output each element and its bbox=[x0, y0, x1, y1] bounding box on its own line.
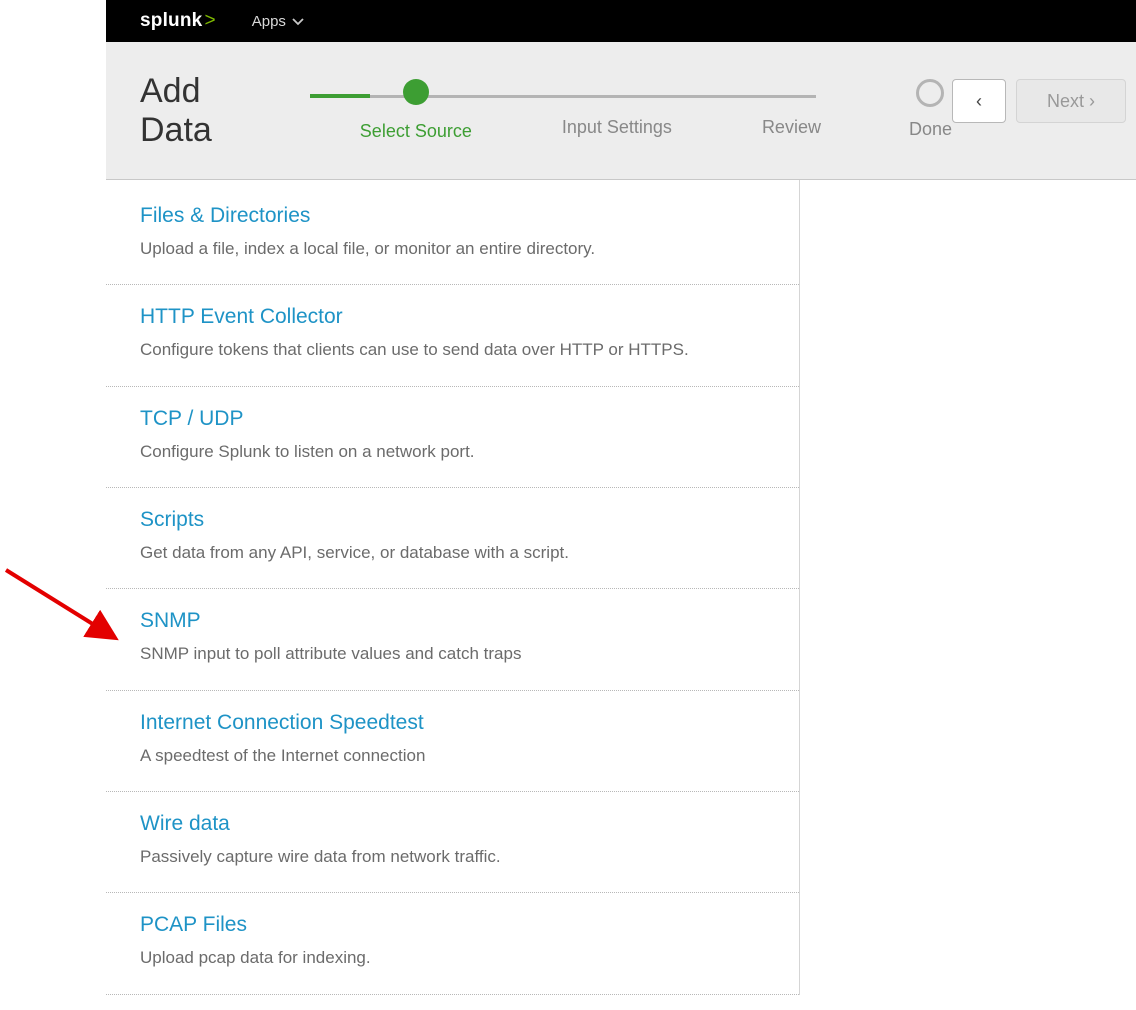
source-item-title: HTTP Event Collector bbox=[140, 305, 765, 329]
back-button[interactable]: ‹ bbox=[952, 79, 1006, 123]
source-item-http-event-collector[interactable]: HTTP Event Collector Configure tokens th… bbox=[106, 285, 799, 386]
source-item-title: PCAP Files bbox=[140, 913, 765, 937]
wizard-progress: Select Source Input Settings Review Done… bbox=[310, 79, 1136, 142]
source-item-scripts[interactable]: Scripts Get data from any API, service, … bbox=[106, 488, 799, 589]
wizard-step-review[interactable]: Review bbox=[762, 79, 821, 138]
page-title: Add Data bbox=[140, 72, 260, 150]
source-item-title: SNMP bbox=[140, 609, 765, 633]
wizard-node-icon bbox=[403, 79, 429, 105]
source-item-desc: SNMP input to poll attribute values and … bbox=[140, 641, 765, 667]
top-nav: splunk> Apps bbox=[106, 0, 1136, 42]
source-item-desc: Upload a file, index a local file, or mo… bbox=[140, 236, 765, 262]
source-item-files-directories[interactable]: Files & Directories Upload a file, index… bbox=[106, 180, 799, 285]
wizard-step-label: Review bbox=[762, 117, 821, 138]
source-item-snmp[interactable]: SNMP SNMP input to poll attribute values… bbox=[106, 589, 799, 690]
source-item-desc: Upload pcap data for indexing. bbox=[140, 945, 765, 971]
source-item-desc: Get data from any API, service, or datab… bbox=[140, 540, 765, 566]
source-item-desc: Configure tokens that clients can use to… bbox=[140, 337, 765, 363]
source-item-desc: A speedtest of the Internet connection bbox=[140, 743, 765, 769]
chevron-down-icon bbox=[292, 13, 304, 30]
source-item-pcap-files[interactable]: PCAP Files Upload pcap data for indexing… bbox=[106, 893, 799, 994]
source-item-desc: Passively capture wire data from network… bbox=[140, 844, 765, 870]
wizard-node-icon bbox=[916, 79, 944, 107]
wizard-step-label: Done bbox=[909, 119, 952, 140]
next-button[interactable]: Next › bbox=[1016, 79, 1126, 123]
header-section: Add Data Select Source Input Settings Re… bbox=[106, 42, 1136, 180]
wizard-step-label: Select Source bbox=[360, 121, 472, 142]
source-item-title: Files & Directories bbox=[140, 204, 765, 228]
source-list: Files & Directories Upload a file, index… bbox=[106, 180, 800, 995]
source-item-tcp-udp[interactable]: TCP / UDP Configure Splunk to listen on … bbox=[106, 387, 799, 488]
apps-menu-label: Apps bbox=[252, 13, 286, 30]
source-item-title: Wire data bbox=[140, 812, 765, 836]
logo-text: splunk bbox=[140, 10, 202, 32]
chevron-left-icon: ‹ bbox=[976, 91, 982, 112]
source-item-title: Scripts bbox=[140, 508, 765, 532]
source-item-wire-data[interactable]: Wire data Passively capture wire data fr… bbox=[106, 792, 799, 893]
apps-menu[interactable]: Apps bbox=[252, 13, 304, 30]
source-item-desc: Configure Splunk to listen on a network … bbox=[140, 439, 765, 465]
source-item-title: TCP / UDP bbox=[140, 407, 765, 431]
wizard-step-done[interactable]: Done bbox=[909, 79, 952, 140]
source-item-title: Internet Connection Speedtest bbox=[140, 711, 765, 735]
wizard-step-input-settings[interactable]: Input Settings bbox=[562, 79, 672, 138]
wizard-step-select-source[interactable]: Select Source bbox=[360, 79, 472, 142]
source-item-internet-speedtest[interactable]: Internet Connection Speedtest A speedtes… bbox=[106, 691, 799, 792]
next-button-label: Next › bbox=[1047, 91, 1095, 112]
wizard-step-label: Input Settings bbox=[562, 117, 672, 138]
splunk-logo: splunk> bbox=[140, 10, 216, 32]
logo-caret-icon: > bbox=[204, 10, 215, 32]
nav-buttons: ‹ Next › bbox=[952, 79, 1126, 123]
